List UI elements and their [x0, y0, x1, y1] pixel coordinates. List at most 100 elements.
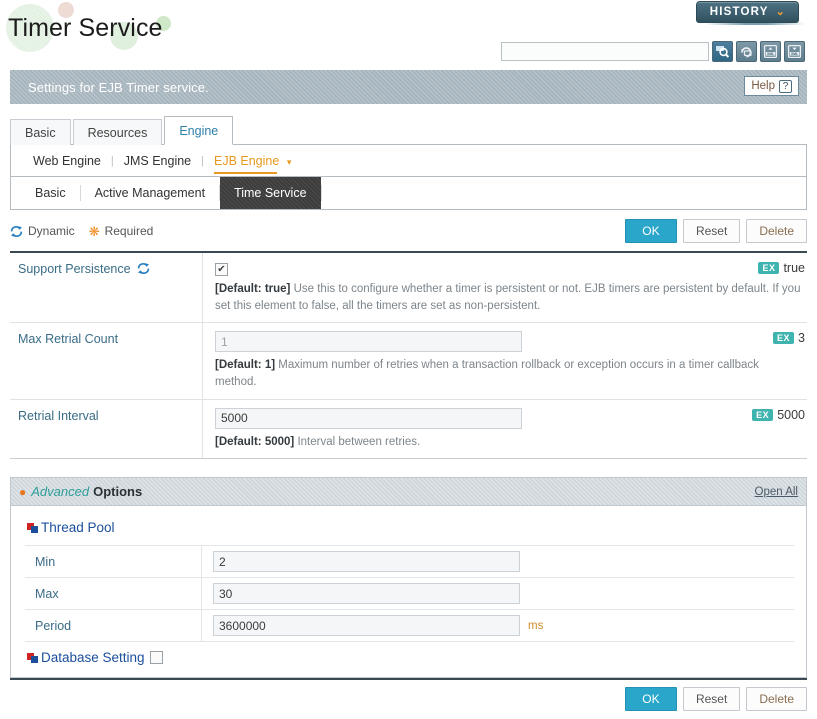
ex-value-retrial-interval: EX 5000: [752, 408, 805, 422]
page-header: Timer Service HISTORY ⌄ XML XML: [0, 0, 817, 68]
hint-description: Use this to configure whether a timer is…: [215, 283, 801, 312]
database-setting-checkbox[interactable]: [149, 651, 163, 665]
form-row-max-retrial-count: Max Retrial Count [Default: 1] Maximum n…: [10, 323, 807, 400]
label-text: Support Persistence: [18, 262, 131, 276]
question-mark-icon: ?: [779, 79, 792, 93]
legend: Dynamic ❋ Required: [10, 224, 153, 238]
hint-max-retrial-count: [Default: 1] Maximum number of retries w…: [215, 357, 803, 390]
body-retrial-interval: [Default: 5000] Interval between retries…: [203, 400, 807, 459]
settings-banner-text: Settings for EJB Timer service.: [28, 79, 209, 95]
thread-pool-period-input[interactable]: [213, 615, 520, 637]
delete-button-top[interactable]: Delete: [746, 219, 807, 243]
tab-time-service[interactable]: Time Service: [220, 177, 321, 209]
tab-separator: |: [110, 154, 114, 167]
ex-value-text: 3: [798, 331, 805, 346]
tab-basic[interactable]: Basic: [10, 119, 71, 145]
group-header-database-setting[interactable]: Database Setting: [25, 642, 794, 667]
required-asterisk-icon: ❋: [88, 223, 100, 239]
legend-dynamic: Dynamic: [10, 224, 75, 238]
ex-badge-icon: EX: [773, 332, 795, 345]
group-title: Database Setting: [41, 650, 145, 666]
label-text: Max Retrial Count: [18, 332, 119, 347]
advanced-options-header: ● Advanced Options Open All: [11, 478, 806, 507]
ex-badge-icon: EX: [758, 262, 780, 274]
reset-button-bottom[interactable]: Reset: [682, 687, 741, 711]
tab-active-underline: [214, 171, 278, 174]
form-row-retrial-interval: Retrial Interval [Default: 5000] Interva…: [10, 399, 807, 460]
svg-text:XML: XML: [767, 52, 774, 56]
page-root: Timer Service HISTORY ⌄ XML XML Settings…: [0, 0, 817, 719]
dynamic-sync-icon: [137, 263, 149, 274]
support-persistence-checkbox[interactable]: ✔: [215, 263, 228, 276]
ok-button-top[interactable]: OK: [624, 219, 677, 243]
tab-active-management[interactable]: Active Management: [81, 177, 219, 209]
ok-button-bottom[interactable]: OK: [624, 687, 677, 711]
retrial-interval-input[interactable]: [215, 407, 522, 429]
table-row: Min: [25, 546, 794, 579]
label-max-retrial-count: Max Retrial Count: [10, 323, 203, 399]
advanced-options-body: Thread Pool Min Max Period: [11, 506, 806, 678]
refresh-icon-button[interactable]: [736, 41, 757, 62]
page-title: Timer Service: [8, 14, 163, 42]
tertiary-tabs: Basic Active Management Time Service: [10, 177, 807, 210]
xml-import-icon-button[interactable]: XML: [760, 41, 781, 62]
thread-pool-table: Min Max Period ms: [25, 545, 794, 643]
xml-export-icon-button[interactable]: XML: [784, 41, 805, 62]
secondary-tabs: Web Engine | JMS Engine | EJB Engine ▾: [10, 144, 807, 177]
advanced-title-italic: Advanced: [31, 484, 90, 500]
hint-description: Interval between retries.: [297, 435, 421, 448]
delete-button-bottom[interactable]: Delete: [746, 687, 807, 711]
history-button-label: HISTORY: [709, 6, 769, 18]
tab-engine[interactable]: Engine: [164, 116, 234, 145]
legend-dynamic-label: Dynamic: [28, 224, 75, 238]
body-max-retrial-count: [Default: 1] Maximum number of retries w…: [203, 323, 807, 398]
ex-badge-icon: EX: [752, 408, 774, 421]
label-support-persistence: Support Persistence: [10, 253, 203, 323]
tab-divider: [320, 185, 322, 201]
page-footer: OK Reset Delete: [10, 678, 807, 711]
period-unit-label: ms: [528, 619, 544, 632]
help-button-label: Help: [751, 80, 775, 92]
tab-resources[interactable]: Resources: [72, 119, 163, 145]
thread-pool-min-input[interactable]: [213, 551, 520, 573]
label-text: Retrial Interval: [18, 408, 99, 423]
search-icon-button[interactable]: [712, 41, 733, 62]
ex-value-max-retrial-count: EX 3: [773, 331, 805, 345]
tab-ejb-engine[interactable]: EJB Engine ▾: [206, 154, 299, 174]
open-all-link[interactable]: Open All: [755, 486, 798, 498]
search-input[interactable]: [501, 42, 709, 61]
thread-pool-max-input[interactable]: [213, 583, 520, 605]
settings-banner: Settings for EJB Timer service. Help ?: [10, 70, 807, 104]
xml-import-icon: XML: [763, 44, 778, 59]
action-bar: Dynamic ❋ Required OK Reset Delete: [10, 217, 807, 245]
body-support-persistence: ✔ [Default: true] Use this to configure …: [203, 253, 807, 322]
tab-jms-engine[interactable]: JMS Engine: [116, 154, 199, 168]
legend-required: ❋ Required: [89, 224, 154, 238]
group-title: Thread Pool: [41, 520, 115, 536]
group-header-thread-pool[interactable]: Thread Pool: [25, 516, 794, 545]
body-period: ms: [202, 610, 794, 641]
chevron-down-icon: ⌄: [775, 5, 786, 18]
pin-icon: ●: [19, 484, 27, 499]
advanced-options-section: ● Advanced Options Open All Thread Pool …: [10, 477, 807, 679]
reset-button-top[interactable]: Reset: [682, 219, 741, 243]
dynamic-sync-icon: [10, 225, 23, 237]
search-toolbar: XML XML: [501, 41, 805, 62]
xml-export-icon: XML: [787, 44, 802, 59]
top-button-group: OK Reset Delete: [624, 219, 807, 243]
label-max: Max: [25, 578, 202, 610]
svg-text:XML: XML: [791, 52, 798, 56]
expand-collapse-icon: [27, 652, 38, 663]
hint-default-value: [Default: true]: [215, 283, 291, 295]
history-button[interactable]: HISTORY ⌄: [695, 1, 799, 23]
max-retrial-count-input[interactable]: [215, 331, 522, 353]
table-row: Period ms: [25, 610, 794, 643]
settings-form: Support Persistence ✔ [Default: true] Us…: [10, 251, 807, 460]
help-button[interactable]: Help ?: [744, 76, 799, 96]
table-row: Max: [25, 578, 794, 611]
refresh-icon: [741, 47, 752, 58]
tab-web-engine[interactable]: Web Engine: [25, 154, 109, 168]
tab-basic-sub[interactable]: Basic: [21, 177, 80, 209]
search-icon: [716, 46, 730, 58]
ex-value-support-persistence: EX true: [758, 261, 805, 275]
